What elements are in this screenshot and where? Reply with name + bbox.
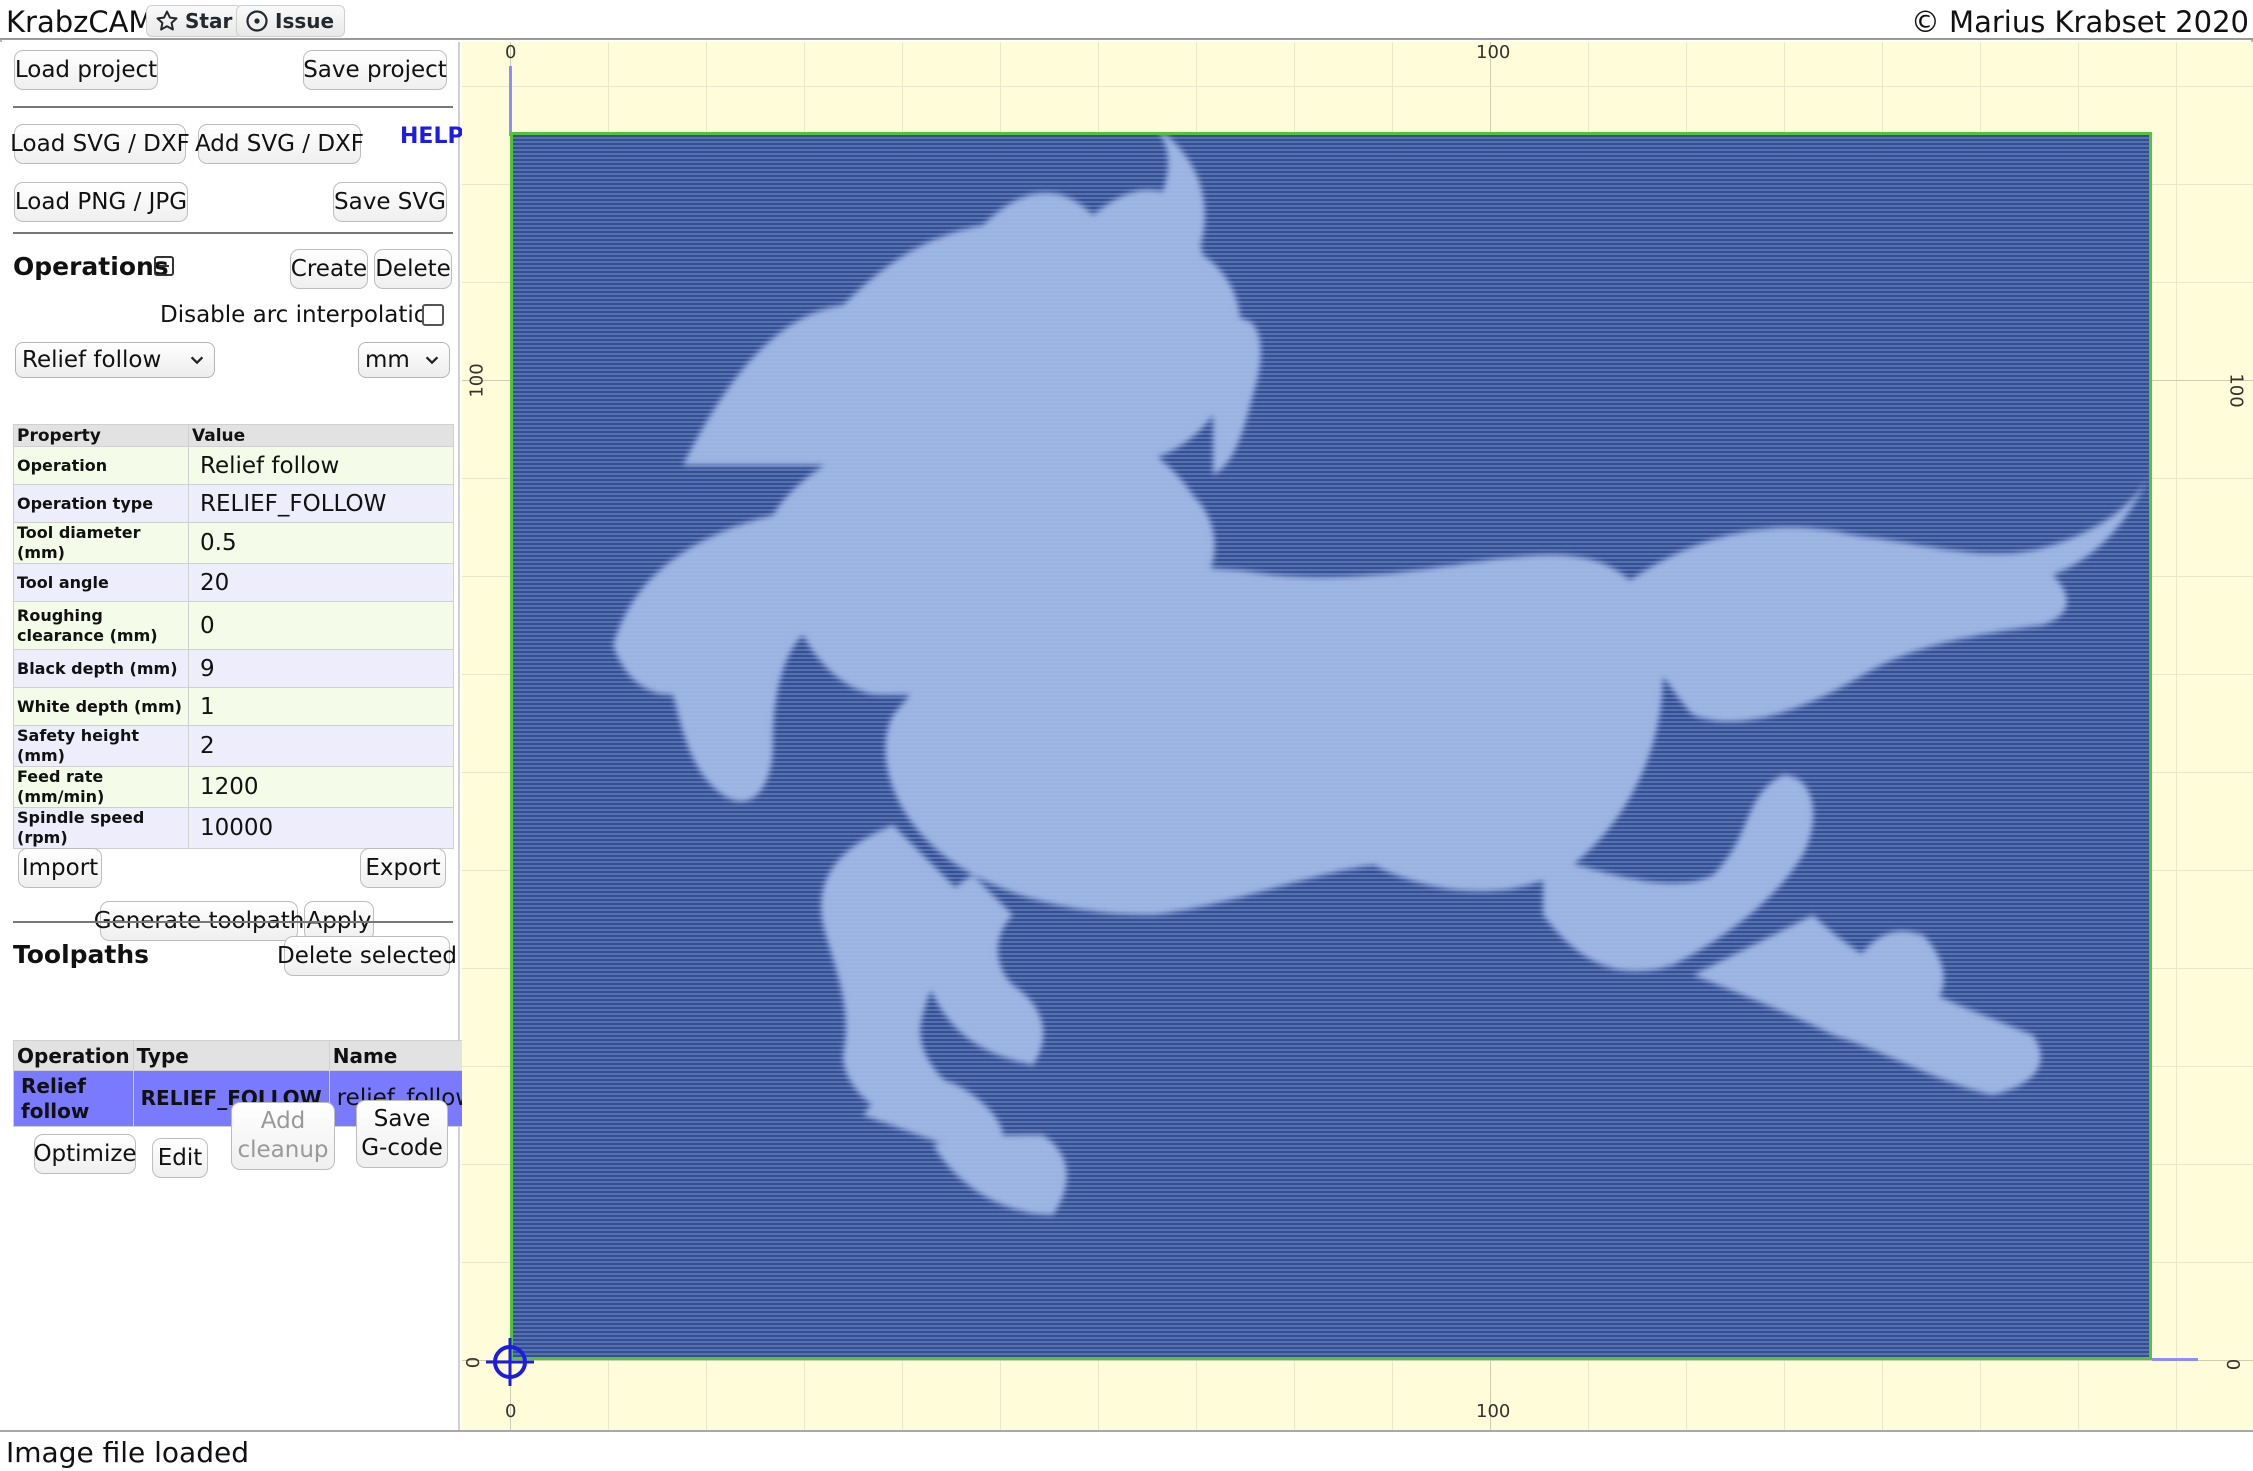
properties-table: Property Value Operation Relief follow Op…	[13, 424, 454, 849]
issue-icon	[246, 10, 268, 32]
delete-selected-button[interactable]: Delete selected	[277, 936, 457, 976]
y-tick-label: 100	[2225, 373, 2247, 408]
property-key: White depth (mm)	[13, 687, 189, 726]
divider	[13, 106, 453, 108]
toolpath-operation-header: Operation	[13, 1040, 134, 1071]
property-key: Roughing clearance (mm)	[13, 601, 189, 650]
help-link[interactable]: HELP	[400, 124, 464, 149]
add-cleanup-button[interactable]: Add cleanup	[231, 1102, 335, 1170]
copyright-text: © Marius Krabset 2020	[1910, 5, 2249, 39]
relief-horse-image	[613, 135, 2149, 1215]
top-bar: KrabzCAM Star Issue © Marius Krabset 202…	[0, 0, 2253, 40]
github-issue-button[interactable]: Issue	[236, 5, 346, 37]
cam-canvas[interactable]: 0 100 0 100 100 0 100 0	[462, 42, 2253, 1430]
add-svg-dxf-button[interactable]: Add SVG / DXF	[195, 124, 364, 164]
delete-operation-button[interactable]: Delete	[374, 249, 452, 289]
property-key: Spindle speed (rpm)	[13, 807, 189, 849]
x-tick-label: 100	[1476, 1401, 1511, 1422]
property-value-input[interactable]: 20	[188, 563, 454, 602]
save-svg-button[interactable]: Save SVG	[333, 182, 447, 222]
status-message: Image file loaded	[6, 1436, 249, 1469]
x-tick-label: 0	[505, 42, 517, 63]
y-tick-label: 0	[2222, 1358, 2244, 1371]
stock-area	[510, 132, 2152, 1360]
toolpath-name-header: Name	[328, 1040, 482, 1071]
save-gcode-label: Save	[373, 1106, 431, 1132]
property-key: Tool angle	[13, 563, 189, 602]
property-value-input[interactable]: 0.5	[188, 522, 454, 564]
property-key: Operation type	[13, 484, 189, 523]
create-operation-button[interactable]: Create	[290, 249, 368, 289]
save-gcode-label: G-code	[361, 1135, 443, 1161]
star-icon	[156, 10, 178, 31]
disable-arc-label: Disable arc interpolation	[160, 302, 443, 328]
save-project-button[interactable]: Save project	[303, 50, 447, 90]
y-axis-marker	[509, 66, 512, 136]
property-key: Feed rate (mm/min)	[13, 766, 189, 808]
toolpath-type-header: Type	[132, 1040, 330, 1071]
app-title: KrabzCAM	[6, 5, 154, 39]
property-value-input[interactable]: RELIEF_FOLLOW	[188, 484, 454, 523]
divider	[13, 232, 453, 234]
chevron-down-icon	[190, 356, 204, 365]
property-value-input[interactable]: 1	[188, 687, 454, 726]
toolpath-operation-cell: Relief follow	[13, 1070, 134, 1127]
property-value-input[interactable]: 10000	[188, 807, 454, 849]
property-value-input[interactable]: 9	[188, 649, 454, 688]
property-value-input[interactable]: Relief follow	[188, 446, 454, 485]
unit-select[interactable]: mm	[358, 342, 450, 378]
property-value-input[interactable]: 0	[188, 601, 454, 650]
chevron-down-icon	[425, 356, 439, 365]
add-cleanup-label: cleanup	[237, 1137, 329, 1163]
optimize-button[interactable]: Optimize	[33, 1134, 137, 1174]
operation-select-value: Relief follow	[22, 347, 162, 373]
star-label: Star	[185, 9, 233, 33]
add-cleanup-label: Add	[260, 1108, 306, 1134]
x-axis-marker	[2152, 1358, 2198, 1361]
property-value-input[interactable]: 1200	[188, 766, 454, 808]
load-png-jpg-button[interactable]: Load PNG / JPG	[14, 182, 188, 222]
grid-line	[2176, 42, 2177, 1430]
disable-arc-checkbox[interactable]	[422, 304, 444, 326]
toolpaths-title: Toolpaths	[13, 940, 150, 969]
import-button[interactable]: Import	[18, 848, 102, 888]
save-gcode-button[interactable]: Save G-code	[356, 1100, 448, 1168]
collapse-icon[interactable]	[154, 256, 174, 276]
property-value-input[interactable]: 2	[188, 725, 454, 767]
y-tick-label: 100	[466, 363, 488, 398]
grid-line	[462, 86, 2253, 87]
export-button[interactable]: Export	[360, 848, 446, 888]
status-bar: Image file loaded	[0, 1430, 2253, 1471]
operation-select[interactable]: Relief follow	[15, 342, 215, 378]
property-key: Black depth (mm)	[13, 649, 189, 688]
value-header: Value	[188, 424, 454, 447]
grid-line	[462, 1360, 2253, 1361]
sidebar: Load project Save project Load SVG / DXF…	[0, 42, 482, 1430]
y-tick-label: 0	[463, 1356, 485, 1369]
property-key: Safety height (mm)	[13, 725, 189, 767]
load-project-button[interactable]: Load project	[14, 50, 158, 90]
property-key: Tool diameter (mm)	[13, 522, 189, 564]
unit-select-value: mm	[365, 347, 410, 373]
x-tick-label: 0	[505, 1401, 517, 1422]
origin-crosshair-icon[interactable]	[486, 1338, 534, 1386]
x-tick-label: 100	[1476, 42, 1511, 63]
property-key: Operation	[13, 446, 189, 485]
operations-title: Operations	[13, 252, 169, 281]
edit-button[interactable]: Edit	[152, 1138, 208, 1178]
issue-label: Issue	[275, 9, 335, 33]
divider	[13, 921, 453, 923]
load-svg-dxf-button[interactable]: Load SVG / DXF	[10, 124, 190, 164]
property-header: Property	[13, 424, 189, 447]
github-star-button[interactable]: Star	[146, 5, 244, 37]
